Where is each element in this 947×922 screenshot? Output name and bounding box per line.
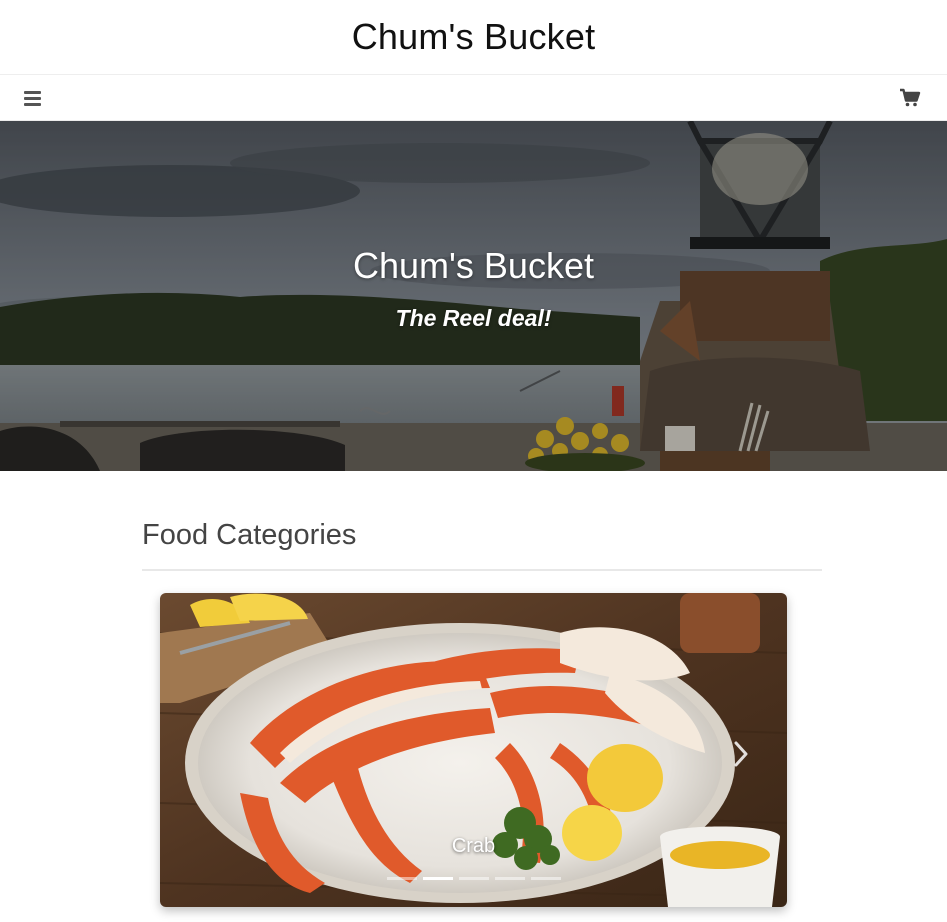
food-category-carousel[interactable]: Crab: [160, 593, 787, 907]
carousel-indicator-active[interactable]: [422, 877, 453, 880]
hero-overlay: [0, 121, 947, 471]
carousel-indicators: [160, 877, 787, 880]
carousel-indicator[interactable]: [530, 877, 561, 880]
hero-tagline: The Reel deal!: [395, 305, 552, 331]
navbar: [0, 75, 947, 121]
chevron-right-icon[interactable]: [730, 739, 752, 769]
site-header: Chum's Bucket: [0, 0, 947, 75]
food-categories-heading: Food Categories: [142, 519, 357, 551]
carousel-slide-image[interactable]: [160, 593, 787, 907]
site-title: Chum's Bucket: [351, 16, 596, 57]
slide-caption: Crab: [451, 835, 496, 857]
section-divider: [142, 569, 822, 571]
hero-banner: Chum's Bucket The Reel deal!: [0, 121, 947, 471]
carousel-indicator[interactable]: [494, 877, 525, 880]
hamburger-menu-icon[interactable]: [22, 87, 44, 109]
carousel-indicator[interactable]: [386, 877, 417, 880]
carousel-indicator[interactable]: [458, 877, 489, 880]
hero-title: Chum's Bucket: [353, 245, 594, 286]
shopping-cart-icon[interactable]: [899, 87, 921, 109]
